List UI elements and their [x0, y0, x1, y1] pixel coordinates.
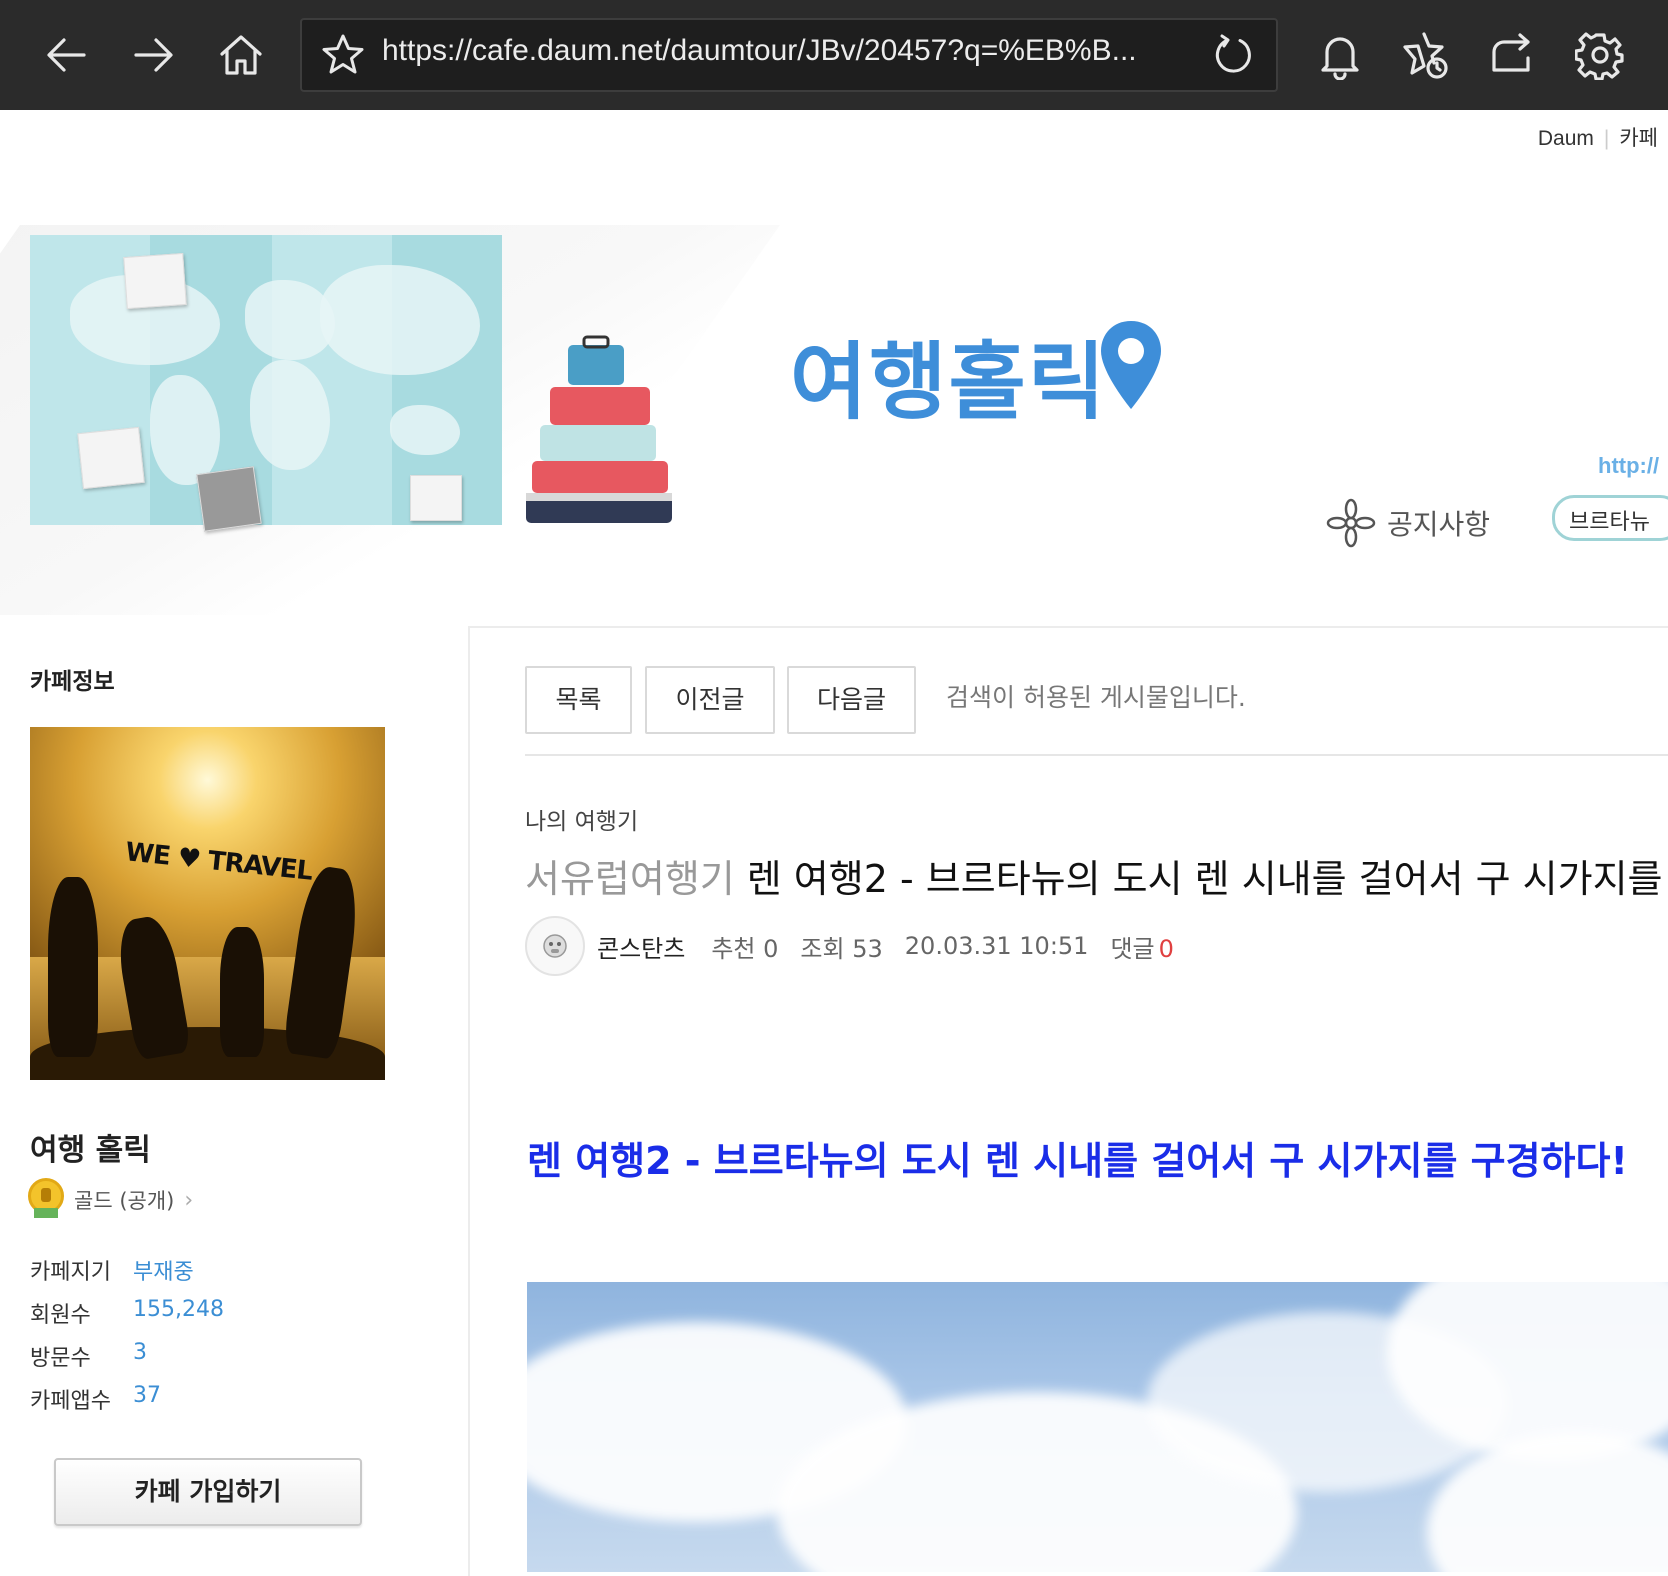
- top-links: Daum | 카페: [1538, 122, 1658, 152]
- cafe-profile-photo: WE ♥ TRAVEL: [30, 727, 385, 1080]
- location-pin-icon: [1101, 321, 1161, 409]
- bookmark-star-icon[interactable]: [320, 32, 368, 80]
- user-avatar-icon: [543, 934, 567, 958]
- info-key: 회원수: [30, 1303, 91, 1328]
- cafe-info-title: 카페정보: [30, 669, 115, 695]
- info-value[interactable]: 3: [133, 1340, 147, 1365]
- notice-label: 공지사항: [1387, 508, 1491, 541]
- luggage-stack-illustration: [526, 335, 672, 523]
- url-text[interactable]: https://cafe.daum.net/daumtour/JBv/20457…: [382, 34, 1182, 68]
- list-button[interactable]: 목록: [525, 666, 632, 734]
- sticky-note: [77, 426, 145, 490]
- photo-caption: WE ♥ TRAVEL: [123, 837, 314, 887]
- continent: [390, 405, 460, 455]
- info-value[interactable]: 37: [133, 1383, 161, 1408]
- post-meta: 콘스탄츠 추천 0 조회 53 20.03.31 10:51 댓글 0: [525, 916, 1196, 976]
- brittany-tab[interactable]: 브르타뉴: [1552, 495, 1668, 541]
- sticky-note: [196, 466, 262, 532]
- divider: [525, 754, 1668, 756]
- recommend-value: 0: [763, 934, 779, 963]
- recommend-count: 추천 0: [711, 929, 778, 964]
- info-value[interactable]: 155,248: [133, 1297, 224, 1322]
- forward-arrow-icon[interactable]: [118, 20, 188, 90]
- silhouette: [220, 927, 264, 1057]
- comment-count[interactable]: 댓글 0: [1110, 929, 1173, 964]
- notification-bell-icon[interactable]: [1305, 20, 1375, 90]
- post-title-head: 서유럽여행기: [525, 857, 735, 901]
- separator: |: [1603, 127, 1610, 150]
- home-icon[interactable]: [206, 20, 276, 90]
- author-name[interactable]: 콘스탄츠: [597, 929, 685, 964]
- next-post-button[interactable]: 다음글: [787, 666, 916, 734]
- gold-medal-icon: [28, 1178, 64, 1222]
- post-date: 20.03.31 10:51: [904, 932, 1089, 960]
- cafe-grade[interactable]: 골드 (공개) ›: [28, 1178, 193, 1222]
- post-title-text: 렌 여행2 - 브르타뉴의 도시 렌 시내를 걸어서 구 시가지를: [746, 857, 1663, 901]
- recommend-label: 추천: [711, 934, 756, 963]
- favorites-clock-icon[interactable]: [1392, 20, 1462, 90]
- prev-post-button[interactable]: 이전글: [645, 666, 775, 734]
- world-map-illustration: [30, 235, 502, 532]
- address-bar[interactable]: https://cafe.daum.net/daumtour/JBv/20457…: [300, 18, 1278, 92]
- cafe-link[interactable]: 카페: [1619, 127, 1658, 150]
- browser-toolbar: https://cafe.daum.net/daumtour/JBv/20457…: [0, 0, 1668, 110]
- share-icon[interactable]: [1478, 20, 1548, 90]
- join-cafe-button[interactable]: 카페 가입하기: [54, 1458, 362, 1526]
- views-label: 조회: [800, 934, 845, 963]
- settings-gear-icon[interactable]: [1565, 20, 1635, 90]
- post-body-heading: 렌 여행2 - 브르타뉴의 도시 렌 시내를 걸어서 구 시가지를 구경하다!: [527, 1139, 1628, 1183]
- cafe-banner: 여행홀릭 http:// 공지사항 브르타뉴: [0, 225, 1668, 615]
- avatar[interactable]: [525, 916, 585, 976]
- comments-value: 0: [1158, 934, 1174, 963]
- continent: [150, 375, 220, 485]
- continent: [320, 265, 480, 375]
- reload-icon[interactable]: [1210, 32, 1258, 80]
- info-key: 카페지기: [30, 1260, 111, 1285]
- back-arrow-icon[interactable]: [32, 20, 102, 90]
- info-value[interactable]: 부재중: [133, 1254, 194, 1286]
- info-key: 방문수: [30, 1346, 91, 1371]
- views-value: 53: [852, 934, 883, 963]
- view-count: 조회 53: [800, 929, 882, 964]
- post-title: 서유럽여행기 렌 여행2 - 브르타뉴의 도시 렌 시내를 걸어서 구 시가지를: [525, 848, 1668, 903]
- chevron-right-icon: ›: [184, 1187, 194, 1213]
- sticky-note: [123, 252, 187, 310]
- silhouette: [48, 877, 98, 1057]
- info-key: 카페앱수: [30, 1389, 111, 1414]
- sticky-note: [410, 475, 462, 521]
- banner-url-fragment: http://: [1598, 453, 1660, 478]
- search-allowed-note: 검색이 허용된 게시물입니다.: [946, 683, 1246, 712]
- grade-label: 골드 (공개): [74, 1189, 175, 1213]
- daum-link[interactable]: Daum: [1538, 127, 1594, 150]
- cafe-logo-text[interactable]: 여행홀릭: [790, 315, 1107, 436]
- flower-icon: [1326, 498, 1376, 548]
- cafe-name: 여행 홀릭: [30, 1133, 151, 1168]
- notice-link[interactable]: 공지사항: [1325, 497, 1490, 549]
- board-category[interactable]: 나의 여행기: [525, 802, 638, 836]
- comments-label: 댓글: [1110, 934, 1155, 963]
- post-photo-sky: [527, 1282, 1668, 1572]
